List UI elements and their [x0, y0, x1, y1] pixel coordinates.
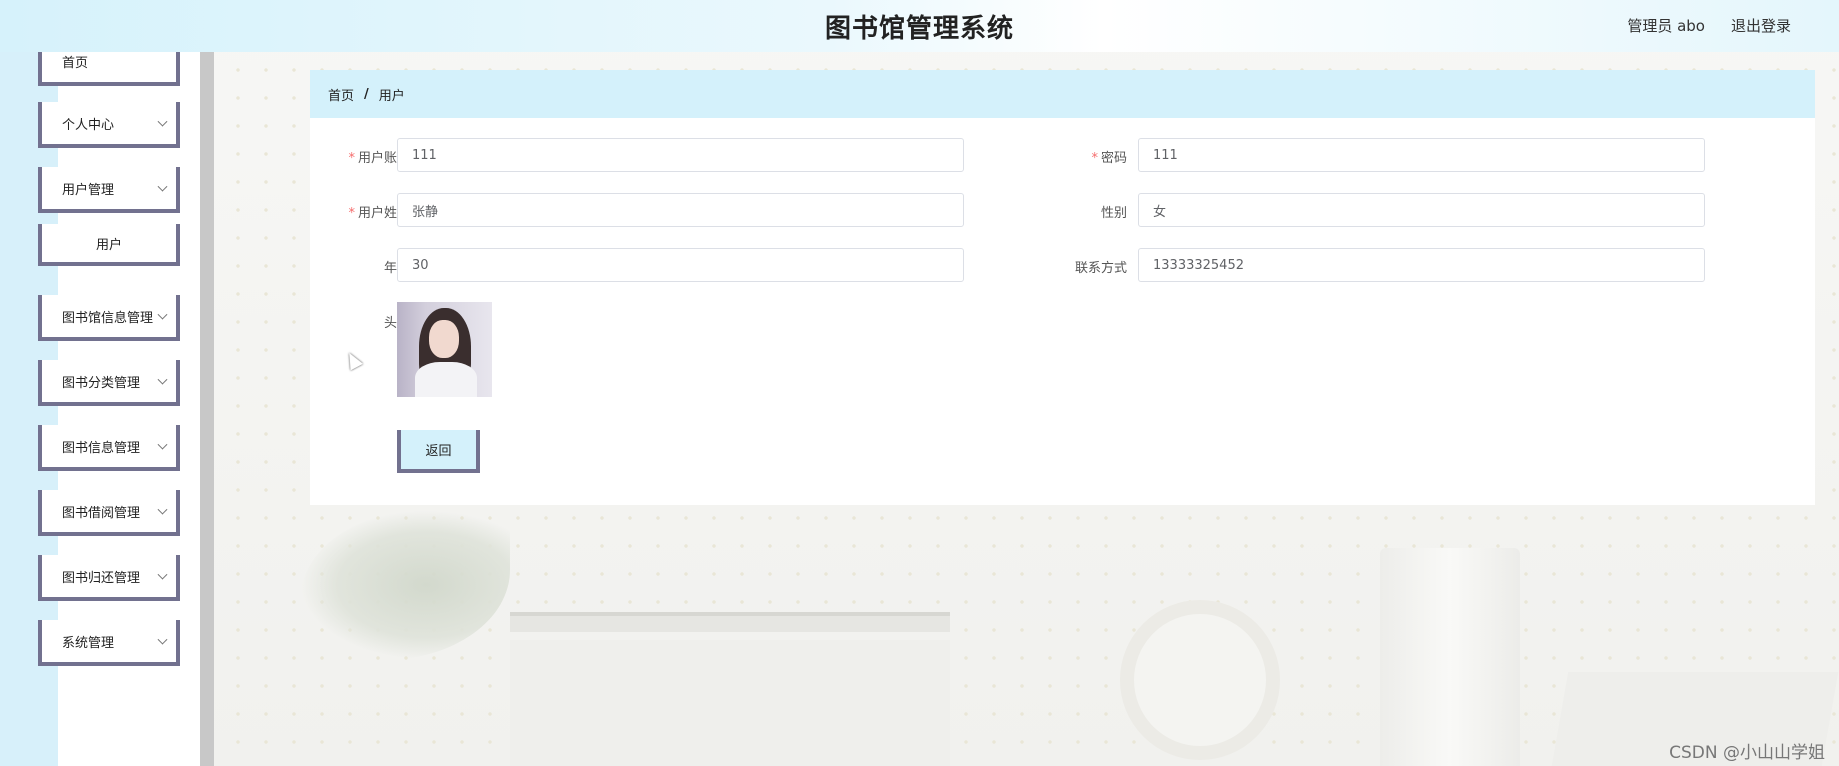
avatar-body	[415, 362, 477, 397]
account-label: * 用户账号	[348, 151, 410, 166]
name-label: * 用户姓名	[348, 206, 410, 221]
sidebar-item-system[interactable]: 系统管理	[38, 620, 180, 666]
sidebar-item-label: 用户管理	[62, 182, 115, 198]
avatar-label: 头像	[310, 312, 410, 331]
breadcrumb: 首页 / 用户	[310, 70, 1815, 118]
age-label: 年龄	[310, 257, 410, 276]
required-marker: *	[1091, 151, 1098, 166]
sidebar-item-label: 图书归还管理	[62, 570, 141, 586]
sidebar-item-label: 图书信息管理	[62, 440, 141, 456]
chevron-down-icon	[157, 309, 168, 320]
sidebar-subitem-user[interactable]: 用户	[38, 224, 180, 266]
sidebar-scrollbar[interactable]	[200, 52, 214, 766]
logout-link[interactable]: 退出登录	[1731, 15, 1791, 36]
sidebar-item-personal-center[interactable]: 个人中心	[38, 102, 180, 148]
sidebar-item-book-return[interactable]: 图书归还管理	[38, 555, 180, 601]
background-shelf	[510, 612, 950, 632]
password-field[interactable]: 111	[1138, 138, 1705, 172]
chevron-down-icon	[157, 569, 168, 580]
app-title: 图书馆管理系统	[824, 14, 1014, 44]
name-field[interactable]: 张静	[397, 193, 964, 227]
sidebar-item-user-management[interactable]: 用户管理	[38, 167, 180, 213]
breadcrumb-separator: /	[364, 86, 369, 102]
chevron-down-icon	[157, 634, 168, 645]
contact-field[interactable]: 13333325452	[1138, 248, 1705, 282]
required-marker: *	[348, 206, 355, 221]
avatar[interactable]	[397, 302, 492, 397]
chevron-down-icon	[157, 181, 168, 192]
chevron-down-icon	[157, 439, 168, 450]
gender-label: 性别	[1100, 206, 1127, 221]
age-field[interactable]: 30	[397, 248, 964, 282]
sidebar-item-book-category[interactable]: 图书分类管理	[38, 360, 180, 406]
top-header: 图书馆管理系统 管理员 abo 退出登录	[0, 0, 1839, 52]
sidebar-item-label: 图书分类管理	[62, 375, 141, 391]
sidebar-item-label: 图书馆信息管理	[62, 310, 154, 326]
sidebar-item-label: 系统管理	[62, 635, 115, 651]
sidebar-item-library-info[interactable]: 图书馆信息管理	[38, 295, 180, 341]
back-button[interactable]: 返回	[397, 430, 480, 473]
sidebar-item-label: 个人中心	[62, 117, 115, 133]
contact-label: 联系方式	[1074, 261, 1127, 276]
avatar-face	[429, 320, 459, 358]
user-detail-form: *用户账号 111 *密码 111 *用户姓名 张静 性别 女 年龄 30 联系…	[310, 118, 1815, 505]
background-cylinder	[1380, 548, 1520, 766]
sidebar: 首页 个人中心 用户管理 用户 图书馆信息管理 图书分类管理 图书信息管理 图书…	[0, 40, 214, 766]
breadcrumb-current: 用户	[378, 88, 405, 104]
chevron-down-icon	[157, 504, 168, 515]
password-label: * 密码	[1091, 151, 1127, 166]
gender-field[interactable]: 女	[1138, 193, 1705, 227]
background-plant	[300, 510, 510, 660]
breadcrumb-home[interactable]: 首页	[328, 85, 354, 104]
chevron-down-icon	[157, 116, 168, 127]
watermark: CSDN @小山山学姐	[1669, 743, 1825, 763]
chevron-down-icon	[157, 374, 168, 385]
background-ring	[1120, 600, 1280, 760]
current-user: 管理员 abo	[1627, 17, 1705, 35]
required-marker: *	[348, 151, 355, 166]
background-box	[510, 640, 950, 766]
sidebar-item-label: 图书借阅管理	[62, 505, 141, 521]
sidebar-item-book-borrow[interactable]: 图书借阅管理	[38, 490, 180, 536]
sidebar-item-label: 用户	[95, 237, 122, 253]
account-field[interactable]: 111	[397, 138, 964, 172]
sidebar-item-book-info[interactable]: 图书信息管理	[38, 425, 180, 471]
sidebar-item-label: 首页	[62, 55, 89, 71]
